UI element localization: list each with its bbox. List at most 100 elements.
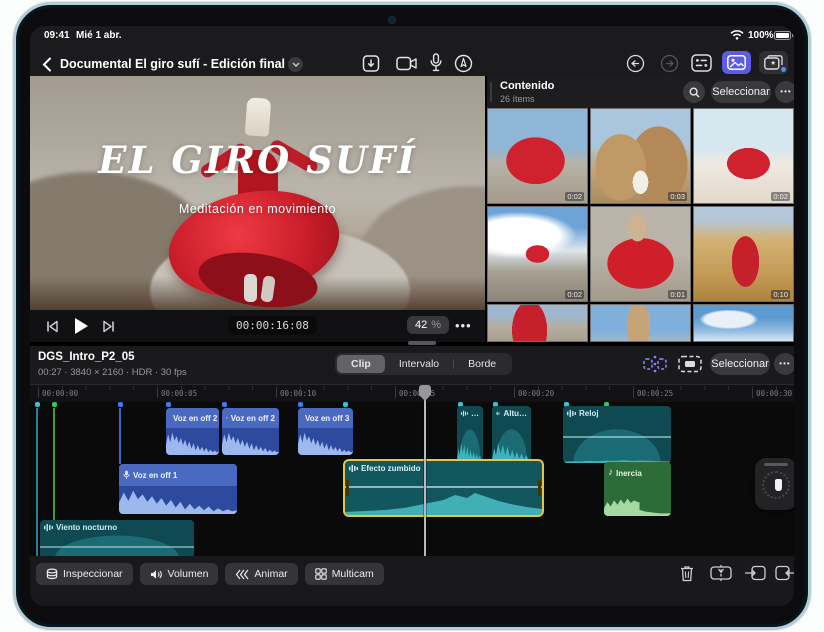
status-time: 09:41 — [44, 30, 70, 41]
browser-item-count: 26 ítems — [500, 94, 535, 104]
timeline-ruler[interactable]: 00:00:00 00:00:05 00:00:10 00:00:15 00:0… — [30, 384, 794, 402]
thin-clip-line[interactable] — [36, 408, 38, 558]
connection-marker — [35, 402, 40, 407]
media-thumbnail[interactable]: 0:03 — [590, 108, 691, 204]
dervish-hat — [245, 97, 272, 137]
clip-duration: 0:02 — [565, 290, 584, 299]
media-thumbnail[interactable]: 0:02 — [693, 108, 794, 204]
redo-button[interactable] — [660, 54, 679, 73]
keyframes-icon — [235, 569, 249, 580]
zoom-level-control[interactable]: 42% — [407, 316, 449, 334]
media-thumbnail[interactable]: 0:01 — [590, 206, 691, 302]
clip-efecto-zumbido-selected[interactable]: Efecto zumbido — [343, 459, 544, 517]
clip-voz-en-off-3[interactable]: Voz en off 3 — [298, 408, 353, 455]
status-date: Mié 1 abr. — [76, 30, 122, 41]
content-browser-panel: Contenido 26 ítems Seleccionar ••• 0:02 … — [487, 76, 794, 342]
clip-altu[interactable]: Altu… — [492, 406, 531, 463]
project-title: Documental El giro sufí - Edición final — [60, 57, 285, 71]
screenshot-stage: 09:41 Mié 1 abr. 100% Documental El giro… — [0, 0, 824, 632]
connection-marker — [166, 402, 171, 407]
tab-intervalo[interactable]: Intervalo — [385, 355, 453, 373]
ruler-label: 00:00:20 — [514, 389, 554, 398]
clips-badge-dot — [781, 67, 786, 72]
pencil-draw-button[interactable] — [454, 54, 473, 73]
append-clip-button[interactable] — [775, 564, 794, 582]
search-icon — [689, 87, 700, 98]
speaker-icon — [150, 569, 163, 580]
timeline-header: DGS_Intro_P2_05 00:27 · 3840 × 2160 · HD… — [30, 346, 794, 384]
connection-marker — [52, 402, 57, 407]
media-thumbnail[interactable] — [487, 304, 588, 342]
clip-duration: 0:01 — [668, 290, 687, 299]
timeline-select-button[interactable]: Seleccionar — [710, 353, 770, 375]
connection-marker — [222, 402, 227, 407]
clip-audio-small[interactable]: … — [457, 406, 483, 463]
playhead[interactable] — [424, 386, 426, 558]
media-thumbnail[interactable]: 0:02 — [487, 108, 588, 204]
jog-dial[interactable] — [762, 471, 790, 499]
insert-clip-button[interactable] — [744, 564, 766, 582]
ruler-label: 00:00:00 — [38, 389, 78, 398]
viewer-more-button[interactable]: ••• — [455, 319, 472, 332]
browser-title: Contenido — [500, 80, 554, 92]
timeline-project-name: DGS_Intro_P2_05 — [38, 351, 135, 363]
camera-record-button[interactable] — [396, 56, 418, 71]
trim-handle-left[interactable] — [346, 480, 349, 496]
media-thumbnail[interactable]: 0:02 — [487, 206, 588, 302]
multicam-grid-icon — [315, 568, 327, 580]
multicam-button[interactable]: Multicam — [305, 563, 384, 585]
ruler-label: 00:00:05 — [157, 389, 197, 398]
connection-stem — [119, 408, 121, 464]
animate-button[interactable]: Animar — [225, 563, 297, 585]
clip-viento-nocturno[interactable]: Viento nocturno — [40, 520, 194, 558]
next-frame-button[interactable] — [102, 320, 115, 333]
clip-connections-toggle[interactable] — [643, 354, 667, 374]
previous-frame-button[interactable] — [46, 320, 59, 333]
viewer-settings-button[interactable] — [691, 54, 712, 72]
clip-reloj[interactable]: Reloj — [563, 406, 671, 463]
clip-duration: 0:02 — [565, 192, 584, 201]
jog-wheel[interactable] — [755, 458, 794, 510]
browser-select-button[interactable]: Seleccionar — [711, 81, 771, 103]
clip-voz-en-off-1[interactable]: Voz en off 1 — [119, 464, 237, 514]
panel-drag-handle[interactable] — [408, 341, 436, 345]
selection-mode-segmented-control: Clip Intervalo Borde — [335, 353, 512, 375]
back-button[interactable] — [42, 57, 52, 72]
connection-marker — [118, 402, 123, 407]
microphone-button[interactable] — [430, 53, 442, 72]
title-chevron-down-icon[interactable] — [288, 57, 303, 72]
media-browser-toggle-active[interactable] — [722, 51, 751, 74]
viewer-title-text: EL GIRO SUFÍ — [30, 138, 485, 182]
trim-handle-right[interactable] — [538, 480, 541, 496]
viewer-canvas[interactable]: EL GIRO SUFÍ Meditación en movimiento — [30, 76, 485, 310]
volume-button[interactable]: Volumen — [140, 563, 219, 585]
clips-library-button[interactable] — [759, 51, 788, 74]
app-screen: 09:41 Mié 1 abr. 100% Documental El giro… — [30, 26, 794, 606]
media-thumbnail[interactable] — [590, 304, 691, 342]
undo-button[interactable] — [626, 54, 645, 73]
play-button[interactable] — [75, 318, 88, 334]
clip-voz-en-off-2b[interactable]: Voz en off 2 — [222, 408, 279, 455]
blade-cut-button[interactable] — [710, 564, 732, 582]
media-thumbnail[interactable]: 0:10 — [693, 206, 794, 302]
clip-duration: 0:02 — [771, 192, 790, 201]
delete-clip-button[interactable] — [680, 565, 694, 582]
inspect-button[interactable]: Inspeccionar — [36, 563, 133, 585]
clip-inercia[interactable]: ♪Inercia — [604, 462, 671, 516]
overlay-view-button[interactable] — [678, 354, 702, 374]
ruler-label: 00:00:30 — [752, 389, 792, 398]
battery-percent: 100% — [748, 30, 774, 41]
tab-clip[interactable]: Clip — [337, 355, 385, 373]
wifi-icon — [730, 30, 744, 40]
media-thumbnail[interactable] — [693, 304, 794, 342]
browser-edge-handle[interactable] — [490, 82, 492, 102]
search-button[interactable] — [683, 81, 705, 103]
import-media-button[interactable] — [362, 54, 380, 73]
timeline-more-button[interactable]: ••• — [774, 353, 794, 375]
timecode-display[interactable]: 00:00:16:08 — [228, 316, 317, 335]
clip-voz-en-off-2[interactable]: Voz en off 2 — [166, 408, 219, 455]
music-note-icon: ♪ — [608, 469, 613, 477]
browser-more-button[interactable]: ••• — [775, 81, 794, 103]
tab-borde[interactable]: Borde — [454, 355, 510, 373]
clip-duration: 0:03 — [668, 192, 687, 201]
